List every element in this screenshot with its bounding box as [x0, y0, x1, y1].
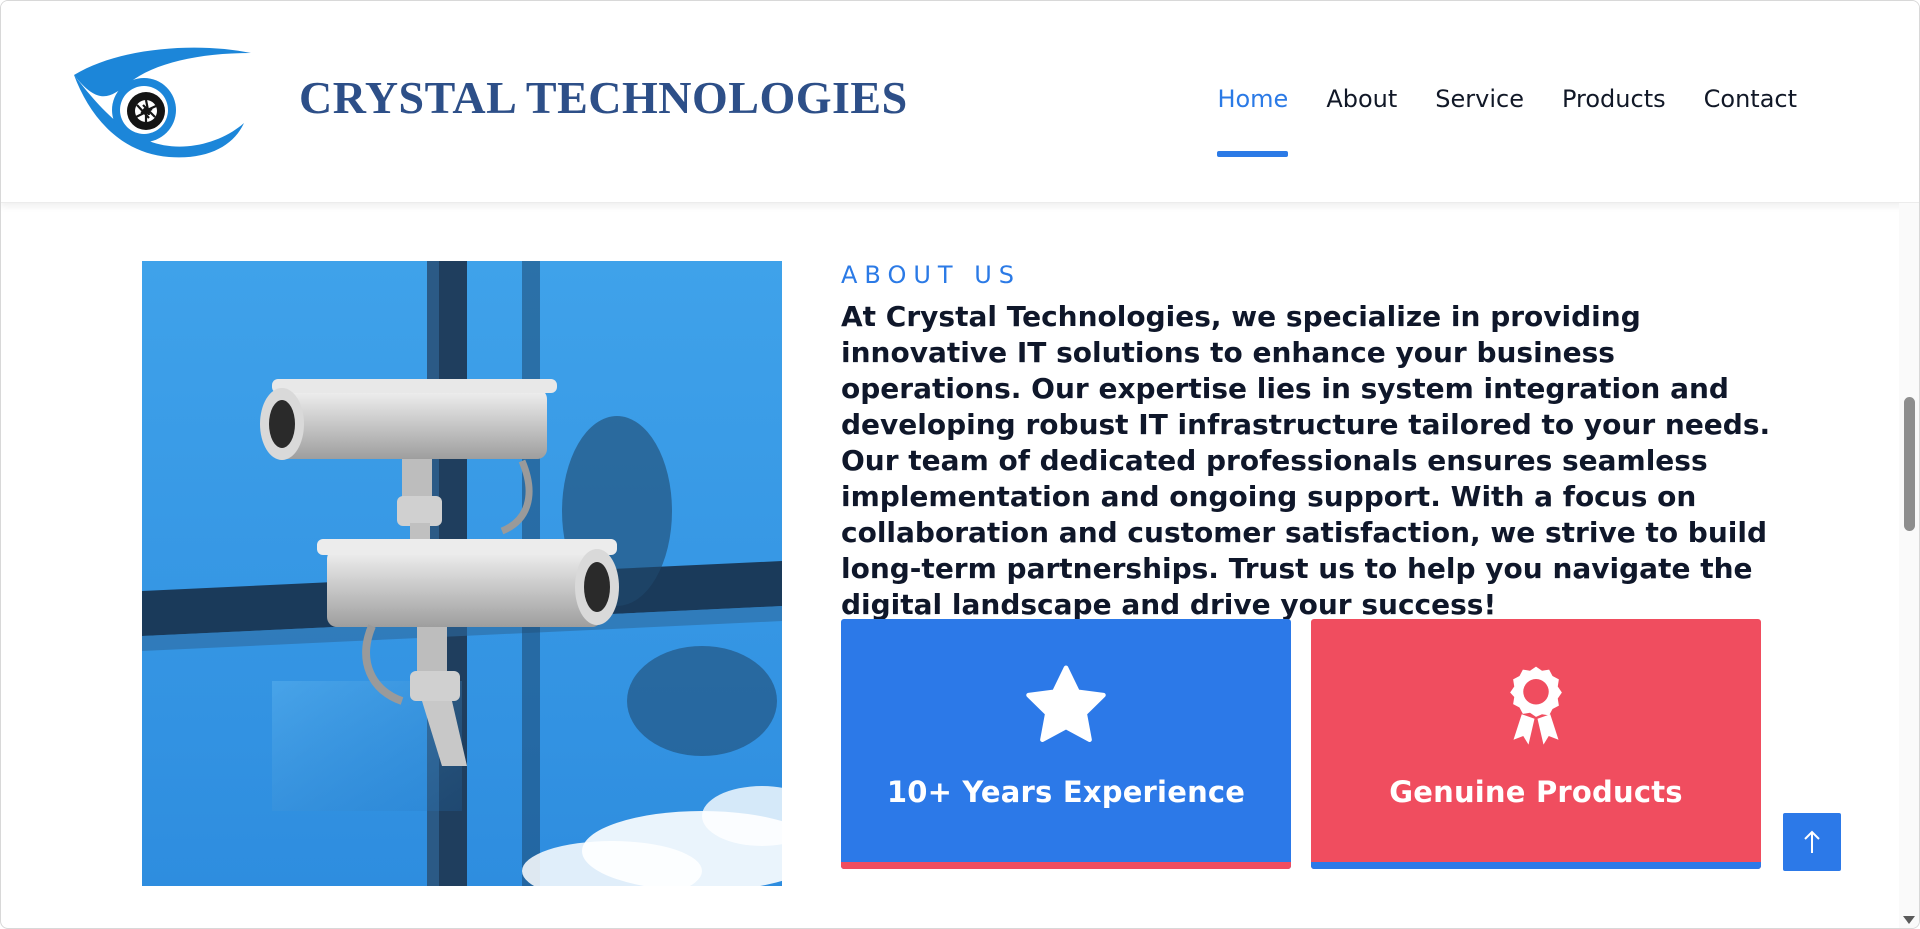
- scrollbar-thumb[interactable]: [1904, 397, 1915, 531]
- browser-viewport: CRYSTAL TECHNOLOGIES Home About Service …: [0, 0, 1920, 929]
- brand-name[interactable]: CRYSTAL TECHNOLOGIES: [299, 71, 908, 124]
- about-kicker: ABOUT US: [841, 261, 1022, 289]
- main-nav: Home About Service Products Contact: [1217, 85, 1797, 157]
- card-bottom-bar: [1311, 862, 1761, 869]
- about-paragraph: At Crystal Technologies, we specialize i…: [841, 300, 1771, 621]
- feature-card-genuine: Genuine Products: [1311, 619, 1761, 869]
- arrow-up-icon: [1804, 830, 1820, 853]
- nav-about[interactable]: About: [1326, 85, 1397, 113]
- site-header: CRYSTAL TECHNOLOGIES Home About Service …: [1, 1, 1919, 203]
- feature-card-experience: 10+ Years Experience: [841, 619, 1291, 869]
- back-to-top-button[interactable]: [1783, 813, 1841, 871]
- feature-cards: 10+ Years Experience Genuine Products: [841, 619, 1761, 869]
- nav-products[interactable]: Products: [1562, 85, 1666, 113]
- eye-camera-logo-icon[interactable]: [69, 45, 254, 163]
- feature-label-experience: 10+ Years Experience: [886, 775, 1246, 809]
- nav-service[interactable]: Service: [1435, 85, 1524, 113]
- card-bottom-bar: [841, 862, 1291, 869]
- scroll-down-arrow-icon[interactable]: [1903, 916, 1915, 924]
- feature-label-genuine: Genuine Products: [1389, 775, 1683, 809]
- nav-contact[interactable]: Contact: [1704, 85, 1797, 113]
- award-icon: [1491, 661, 1581, 751]
- page-scrollbar[interactable]: [1899, 203, 1919, 928]
- cctv-cameras-photo: [142, 261, 782, 886]
- star-icon: [1021, 661, 1111, 751]
- nav-home[interactable]: Home: [1217, 85, 1288, 157]
